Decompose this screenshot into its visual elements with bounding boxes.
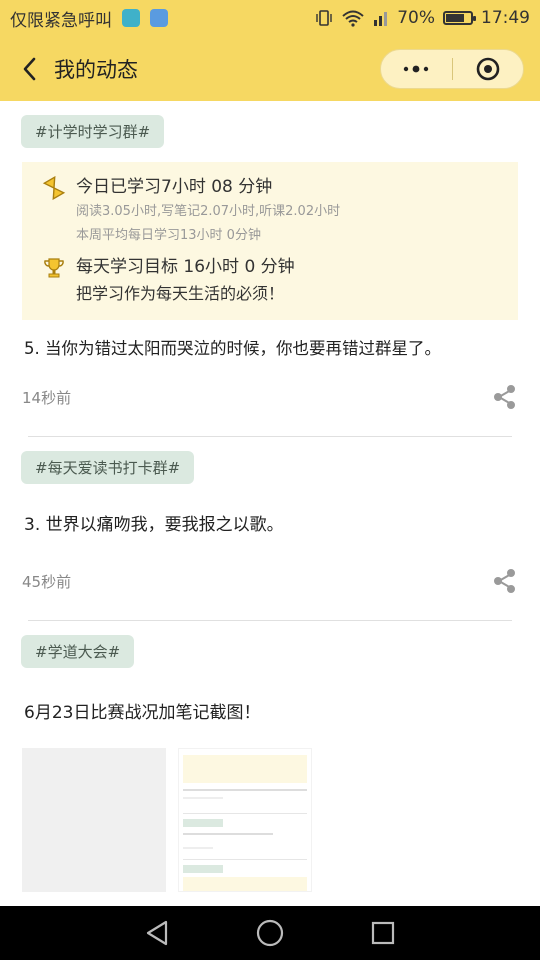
system-back-button[interactable]: [139, 915, 175, 951]
post-time: 45秒前: [22, 572, 72, 591]
trophy-icon: [44, 258, 64, 278]
post-divider: [28, 436, 512, 437]
hourglass-icon: [42, 176, 66, 200]
target-circle-icon: [476, 57, 500, 80]
carrier-text: 仅限紧急呼叫: [10, 10, 112, 31]
study-goal-row: 每天学习目标 16小时 0 分钟 把学习作为每天生活的必须！: [42, 254, 498, 308]
thumb-line-decor: [183, 833, 273, 835]
feed-post: #计学时学习群# 今日已学习7小时 08 分钟 阅读3.05小时,写笔记2.07…: [0, 101, 540, 410]
thumb-card-decor: [183, 755, 307, 783]
post-text: 6月23日比赛战况加笔记截图！: [24, 703, 261, 723]
thumb-tag-decor: [183, 819, 223, 827]
thumb-line-decor: [183, 797, 223, 799]
group-tag[interactable]: #学道大会#: [21, 635, 135, 668]
nav-bar: 我的动态: [0, 36, 540, 101]
feed-list[interactable]: #计学时学习群# 今日已学习7小时 08 分钟 阅读3.05小时,写笔记2.07…: [0, 101, 540, 906]
thumb-line-decor: [183, 789, 307, 791]
circle-home-icon: [256, 919, 284, 947]
study-breakdown-text: 阅读3.05小时,写笔记2.07小时,听课2.02小时: [76, 204, 341, 219]
post-images: [22, 748, 518, 892]
thumb-line-decor: [183, 859, 307, 860]
post-divider: [28, 620, 512, 621]
back-button[interactable]: [16, 55, 44, 83]
post-text: 5. 当你为错过太阳而哭泣的时候，你也要再错过群星了。: [24, 339, 441, 358]
more-dots-icon: [404, 65, 429, 72]
triangle-back-icon: [146, 920, 167, 946]
back-arrow-icon: [23, 57, 36, 80]
post-time: 14秒前: [22, 388, 72, 407]
battery-text: 70%: [397, 8, 435, 28]
feed-post: #学道大会# 6月23日比赛战况加笔记截图！: [0, 635, 540, 892]
group-tag[interactable]: #每天爱读书打卡群#: [21, 451, 195, 484]
square-recents-icon: [372, 921, 395, 945]
post-footer: 14秒前: [22, 384, 518, 410]
study-record-card: 今日已学习7小时 08 分钟 阅读3.05小时,写笔记2.07小时,听课2.02…: [22, 162, 518, 320]
app-notification-icon: [122, 9, 140, 27]
system-recents-button[interactable]: [365, 915, 401, 951]
study-today-text: 今日已学习7小时 08 分钟: [76, 177, 273, 197]
study-today-row: 今日已学习7小时 08 分钟 阅读3.05小时,写笔记2.07小时,听课2.02…: [42, 174, 498, 248]
post-footer: 45秒前: [22, 568, 518, 594]
share-icon[interactable]: [492, 384, 518, 410]
weekly-average-text: 本周平均每日学习13小时 0分钟: [76, 228, 261, 243]
post-image-placeholder[interactable]: [22, 748, 166, 892]
feed-post: #每天爱读书打卡群# 3. 世界以痛吻我，要我报之以歌。 45秒前: [0, 451, 540, 594]
study-goal-text: 每天学习目标 16小时 0 分钟: [76, 257, 295, 277]
system-navigation-bar: [0, 906, 540, 960]
share-icon[interactable]: [492, 568, 518, 594]
wifi-icon: [342, 10, 364, 27]
thumb-tag-decor: [183, 865, 223, 873]
close-mini-program-button[interactable]: [453, 50, 524, 88]
study-motto-text: 把学习作为每天生活的必须！: [76, 284, 285, 303]
carrier-area: 仅限紧急呼叫: [10, 6, 168, 31]
thumb-card-decor: [183, 877, 307, 891]
status-right: 70% 17:49: [315, 8, 530, 28]
battery-fill: [446, 14, 465, 22]
group-tag[interactable]: #计学时学习群#: [21, 115, 165, 148]
thumb-line-decor: [183, 813, 307, 814]
more-button[interactable]: [381, 50, 452, 88]
battery-icon: [443, 11, 476, 25]
post-image-screenshot[interactable]: [178, 748, 312, 892]
mini-program-capsule: [380, 48, 524, 89]
gallery-notification-icon: [150, 9, 168, 27]
page-title: 我的动态: [54, 57, 138, 82]
status-bar: 仅限紧急呼叫 70% 17:49: [0, 0, 540, 36]
thumb-line-decor: [183, 847, 213, 849]
signal-icon: [374, 12, 388, 26]
clock: 17:49: [481, 8, 530, 28]
vibrate-icon: [316, 10, 332, 26]
post-text: 3. 世界以痛吻我，要我报之以歌。: [24, 515, 284, 535]
system-home-button[interactable]: [252, 915, 288, 951]
